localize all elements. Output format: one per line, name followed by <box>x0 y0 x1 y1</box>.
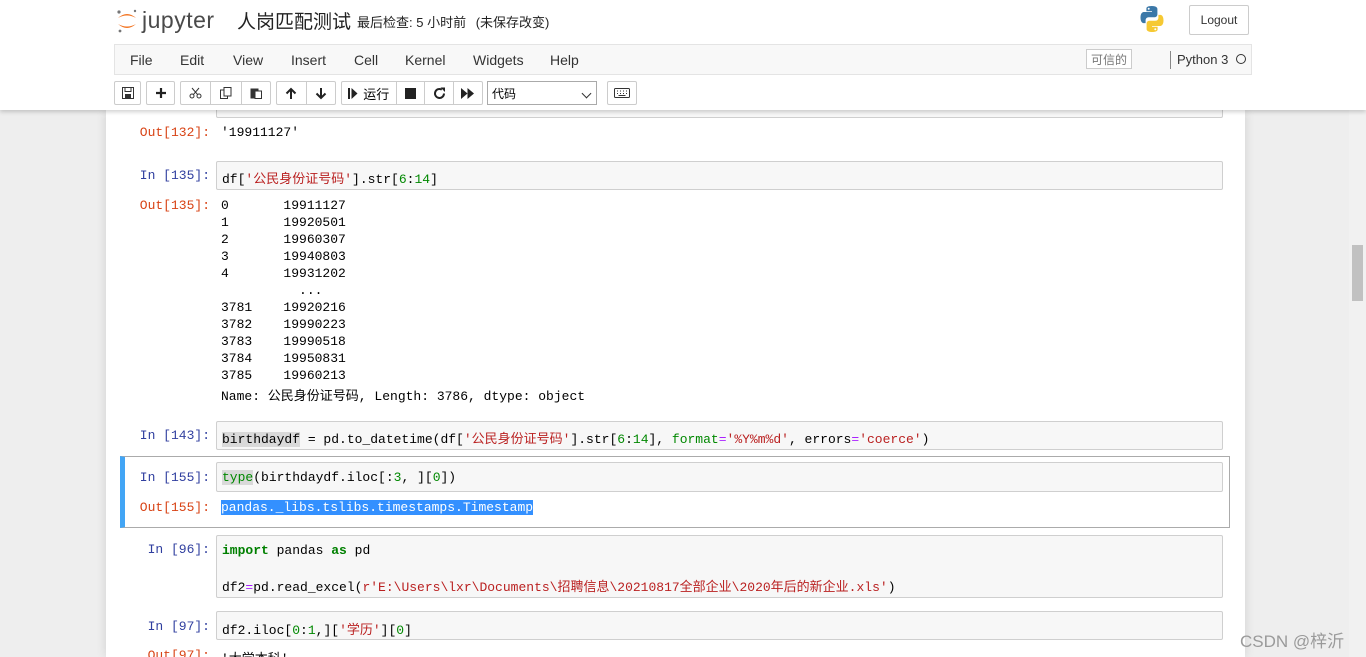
output-row: 1 19920501 <box>221 215 346 230</box>
output-row: 3784 19950831 <box>221 351 346 366</box>
move-down-button[interactable] <box>307 82 336 104</box>
move-up-button[interactable] <box>277 82 307 104</box>
move-button-group <box>276 81 336 105</box>
interrupt-kernel-button[interactable] <box>397 82 426 104</box>
arrow-down-icon <box>315 87 326 99</box>
notebook-container: Out[132]: '19911127' In [135]: df['公民身份证… <box>106 110 1245 657</box>
paste-button[interactable] <box>242 82 270 104</box>
kernel-name: Python 3 <box>1177 52 1229 67</box>
input-prompt: In [97]: <box>147 619 210 634</box>
menu-edit[interactable]: Edit <box>180 52 204 68</box>
restart-run-all-button[interactable] <box>454 82 482 104</box>
code-line: df2=pd.read_excel(r'E:\Users\lxr\Documen… <box>222 580 896 595</box>
cut-button[interactable] <box>181 82 212 104</box>
trusted-notebook-badge[interactable]: 可信的 <box>1086 49 1132 69</box>
jupyter-logo-icon <box>116 9 138 33</box>
save-button[interactable] <box>114 81 141 105</box>
kernel-divider <box>1170 51 1171 69</box>
code-line: df['公民身份证号码'].str[6:14] <box>222 172 438 187</box>
copy-button[interactable] <box>211 82 242 104</box>
menu-file[interactable]: File <box>130 52 153 68</box>
fast-forward-icon <box>461 87 475 99</box>
kernel-idle-indicator-icon <box>1236 54 1246 64</box>
output-row: 3785 19960213 <box>221 368 346 383</box>
input-prompt: In [135]: <box>139 168 210 183</box>
autosave-status: (未保存改变) <box>475 15 550 30</box>
input-prompt: In [155]: <box>139 470 210 485</box>
output-row: 0 19911127 <box>221 198 346 213</box>
step-run-icon <box>348 87 358 99</box>
output-footer: Name: 公民身份证号码, Length: 3786, dtype: obje… <box>221 389 586 404</box>
output-row: 4 19931202 <box>221 266 346 281</box>
copy-icon <box>219 87 232 99</box>
cell-input-area[interactable] <box>216 110 1223 118</box>
menu-kernel[interactable]: Kernel <box>405 52 445 68</box>
cut-icon <box>189 87 202 99</box>
stop-icon <box>405 87 416 99</box>
insert-cell-button[interactable] <box>146 81 175 105</box>
notebook-name[interactable]: 人岗匹配测试 <box>237 7 351 34</box>
code-line: df2.iloc[0:1,]['学历'][0] <box>222 623 412 638</box>
input-prompt: In [96]: <box>147 542 210 557</box>
output-row: 3781 19920216 <box>221 300 346 315</box>
output-row: 3783 19990518 <box>221 334 346 349</box>
paste-icon <box>250 88 262 99</box>
menu-insert[interactable]: Insert <box>291 52 326 68</box>
restart-kernel-button[interactable] <box>425 82 455 104</box>
code-line: type(birthdaydf.iloc[:3, ][0]) <box>222 470 457 485</box>
input-prompt: In [143]: <box>139 428 210 443</box>
menu-cell[interactable]: Cell <box>354 52 378 68</box>
menu-widgets[interactable]: Widgets <box>473 52 524 68</box>
code-line: import pandas as pd <box>222 543 371 558</box>
plus-icon <box>155 88 166 98</box>
notebook-header: jupyter 人岗匹配测试 最后检查: 5 小时前 (未保存改变) Logou… <box>0 0 1366 110</box>
output-row: ... <box>221 283 346 298</box>
python-logo-icon <box>1138 5 1166 33</box>
arrow-up-icon <box>286 87 297 99</box>
watermark: CSDN @梓沂 <box>1240 632 1345 651</box>
jupyter-logo[interactable]: jupyter <box>116 4 215 36</box>
output-row: 2 19960307 <box>221 232 346 247</box>
code-line: birthdaydf = pd.to_datetime(df['公民身份证号码'… <box>222 432 930 447</box>
cell-input-area[interactable]: df['公民身份证号码'].str[6:14] <box>216 161 1223 190</box>
output-row: 3782 19990223 <box>221 317 346 332</box>
cell-output: '19911127' <box>221 125 300 140</box>
output-row: 3 19940803 <box>221 249 346 264</box>
save-icon <box>121 87 134 99</box>
keyboard-icon <box>614 88 630 98</box>
menu-view[interactable]: View <box>233 52 263 68</box>
logout-button[interactable]: Logout <box>1189 5 1249 35</box>
cell-input-area[interactable]: type(birthdaydf.iloc[:3, ][0]) <box>216 462 1223 492</box>
cell-input-area[interactable]: birthdaydf = pd.to_datetime(df['公民身份证号码'… <box>216 421 1223 450</box>
output-prompt: Out[97]: <box>147 648 210 657</box>
cell-type-select[interactable]: 代码 <box>487 81 597 105</box>
cell-input-area[interactable]: import pandas as pd df2=pd.read_excel(r'… <box>216 535 1223 598</box>
clipboard-button-group <box>180 81 271 105</box>
checkpoint-time: 最后检查: 5 小时前 <box>357 15 467 30</box>
run-label: 运行 <box>363 86 390 102</box>
cell-output-selected[interactable]: pandas._libs.tslibs.timestamps.Timestamp <box>221 500 534 515</box>
run-cell-button[interactable]: 运行 <box>342 82 397 104</box>
scrollbar-thumb[interactable] <box>1352 245 1363 301</box>
page-scrollbar[interactable] <box>1349 110 1366 657</box>
cell-output: '大学本科' <box>221 648 289 657</box>
restart-icon <box>433 87 445 99</box>
output-prompt: Out[135]: <box>139 198 210 213</box>
menu-bar: File Edit View Insert Cell Kernel Widget… <box>114 44 1252 75</box>
checkpoint-status: 最后检查: 5 小时前 (未保存改变) <box>357 12 549 31</box>
chevron-down-icon <box>581 88 592 99</box>
output-prompt: Out[132]: <box>139 125 210 140</box>
command-palette-button[interactable] <box>607 81 637 105</box>
cell-type-value: 代码 <box>492 86 517 101</box>
menu-help[interactable]: Help <box>550 52 579 68</box>
cell-input-area[interactable]: df2.iloc[0:1,]['学历'][0] <box>216 611 1223 640</box>
run-button-group: 运行 <box>341 81 483 105</box>
output-prompt: Out[155]: <box>139 500 210 515</box>
jupyter-logo-text: jupyter <box>142 6 215 33</box>
